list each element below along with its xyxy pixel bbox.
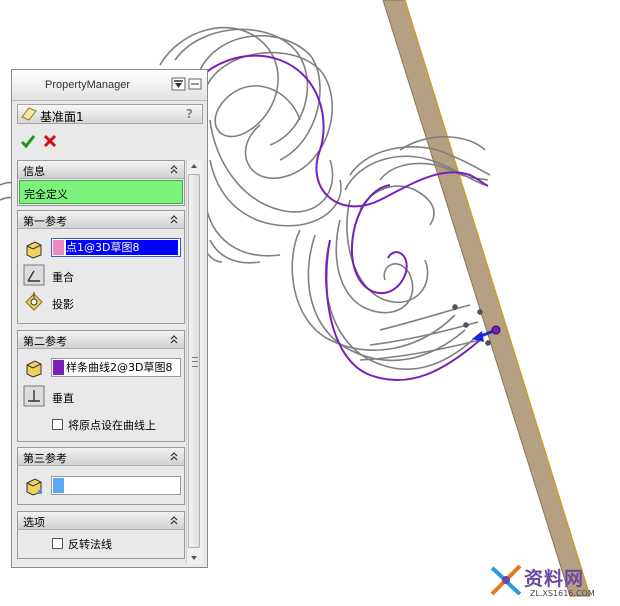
collapse-chevron-icon[interactable] (169, 450, 179, 462)
scroll-down-arrow-icon[interactable] (189, 553, 199, 563)
perpendicular-icon[interactable] (23, 385, 45, 407)
scrollbar-thumb[interactable] (188, 174, 200, 548)
panel-scrollbar[interactable] (186, 160, 202, 564)
reference-cube-icon (26, 360, 42, 378)
flip-normal-checkbox[interactable] (52, 538, 63, 549)
options-label: 选项 (23, 516, 45, 529)
help-button[interactable]: ? (186, 107, 193, 121)
third-reference-label: 第三参考 (23, 452, 67, 465)
coincident-label: 重合 (52, 271, 74, 284)
second-reference-selection: 样条曲线2@3D草图8 (66, 361, 173, 374)
second-reference-label: 第二参考 (23, 335, 67, 348)
perpendicular-label: 垂直 (52, 392, 74, 405)
first-reference-group: 第一参考 点1@3D草图8 重合 投影 (17, 210, 185, 324)
origin-on-curve-checkbox[interactable] (52, 419, 63, 430)
status-badge: 完全定义 (19, 180, 183, 204)
property-manager-title-bar: PropertyManager (12, 70, 207, 101)
collapse-chevron-icon[interactable] (169, 163, 179, 175)
first-reference-header[interactable]: 第一参考 (18, 211, 184, 229)
second-reference-header[interactable]: 第二参考 (18, 331, 184, 349)
origin-on-curve-label: 将原点设在曲线上 (68, 419, 156, 432)
first-reference-selection: 点1@3D草图8 (66, 240, 178, 255)
second-reference-selection-box[interactable]: 样条曲线2@3D草图8 (51, 358, 181, 377)
first-reference-selection-box[interactable]: 点1@3D草图8 (51, 238, 181, 257)
info-group-label: 信息 (23, 165, 45, 178)
xs-logo-icon (490, 564, 522, 596)
ok-check-icon[interactable] (20, 133, 36, 149)
info-group: 信息 完全定义 (17, 160, 185, 206)
arrow-head (472, 331, 484, 342)
pin-icon[interactable] (171, 77, 203, 91)
third-reference-selection-box[interactable] (51, 476, 181, 495)
feature-header: 基准面1 ? (17, 104, 203, 124)
options-header[interactable]: 选项 (18, 512, 184, 530)
reference-cube-icon (26, 478, 43, 496)
options-group: 选项 反转法线 (17, 511, 185, 559)
reference-cube-icon (26, 241, 42, 259)
watermark-url: ZL.XS1616.COM (530, 589, 595, 598)
projection-icon[interactable] (23, 291, 45, 313)
action-buttons (18, 132, 78, 150)
watermark-logo: 资料网 ZL.XS1616.COM (484, 558, 616, 602)
property-manager-panel: PropertyManager 基准面1 ? 信息 完全定义 第一参考 点1@3… (11, 69, 208, 568)
coincident-icon[interactable] (23, 264, 45, 286)
selected-point-1[interactable] (491, 325, 501, 335)
third-reference-header[interactable]: 第三参考 (18, 448, 184, 466)
flip-normal-label: 反转法线 (68, 538, 112, 551)
feature-title: 基准面1 (40, 110, 84, 124)
third-reference-group: 第三参考 (17, 447, 185, 505)
status-text: 完全定义 (24, 188, 68, 201)
plane-feature-icon (21, 107, 37, 121)
first-reference-label: 第一参考 (23, 215, 67, 228)
watermark-text: 资料网 (524, 568, 585, 590)
collapse-chevron-icon[interactable] (169, 333, 179, 345)
info-group-header[interactable]: 信息 (18, 161, 184, 179)
property-manager-title: PropertyManager (45, 79, 130, 91)
scroll-up-arrow-icon[interactable] (189, 161, 199, 171)
projection-label: 投影 (52, 298, 74, 311)
cancel-x-icon[interactable] (42, 133, 58, 149)
collapse-chevron-icon[interactable] (169, 514, 179, 526)
second-reference-group: 第二参考 样条曲线2@3D草图8 垂直 将原点设在曲线上 (17, 330, 185, 442)
collapse-chevron-icon[interactable] (169, 213, 179, 225)
